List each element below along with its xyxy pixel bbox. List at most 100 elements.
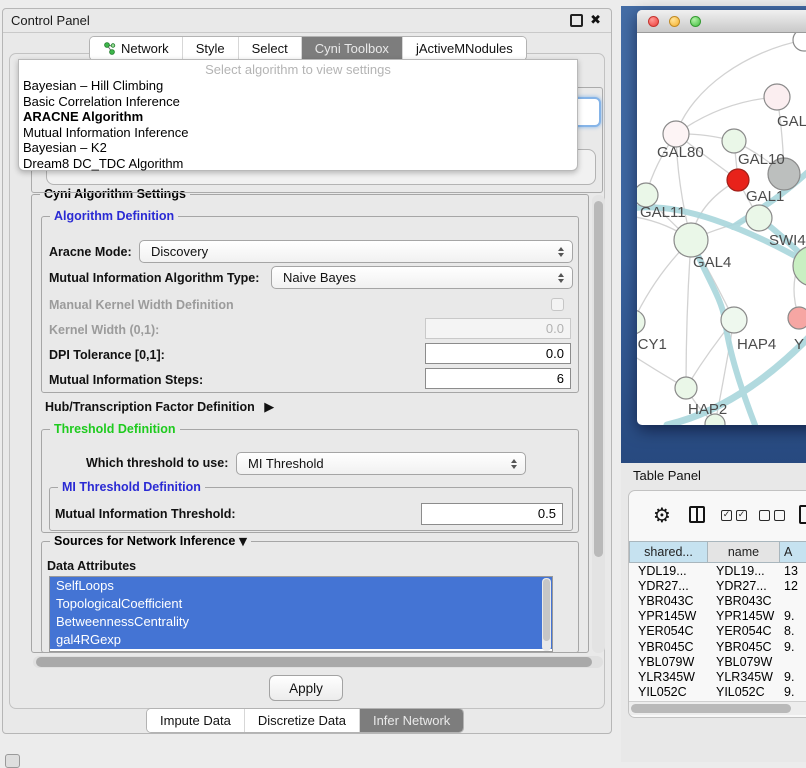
tab-select[interactable]: Select	[239, 37, 302, 60]
settings-horizontal-scrollbar[interactable]	[33, 656, 603, 668]
tab-infer-network[interactable]: Infer Network	[360, 709, 463, 732]
table-row[interactable]: YBR045C YBR045C 9.	[629, 639, 806, 654]
cell-shared-name: YER054C	[629, 624, 707, 638]
which-threshold-combo[interactable]: MI Threshold	[236, 452, 526, 475]
tab-network-label: Network	[121, 41, 169, 56]
hub-definition-toggle[interactable]: Hub/Transcription Factor Definition ▶	[45, 400, 274, 415]
attribute-item-label: SelfLoops	[56, 578, 114, 593]
mi-steps-label: Mutual Information Steps:	[49, 373, 203, 387]
node-gal7[interactable]	[764, 84, 790, 110]
cell-value: 9.	[779, 640, 806, 654]
table-row[interactable]: YLR345W YLR345W 9.	[629, 669, 806, 684]
mi-algorithm-type-combo[interactable]: Naive Bayes	[271, 266, 573, 289]
bottom-tabbar: Impute Data Discretize Data Infer Networ…	[146, 708, 464, 733]
table-panel: ⚙ ✓ ✓ shared... name A YDL19... YDL19...	[628, 490, 806, 718]
dropdown-item-label: Basic Correlation Inference	[23, 94, 180, 109]
tab-discretize-data[interactable]: Discretize Data	[245, 709, 360, 732]
apply-button[interactable]: Apply	[269, 675, 343, 701]
tab-style[interactable]: Style	[183, 37, 239, 60]
table-row[interactable]: YBL079W YBL079W	[629, 654, 806, 669]
combo-arrows-icon	[511, 459, 517, 469]
split-view-icon[interactable]	[689, 506, 705, 523]
combo-arrows-icon	[558, 273, 564, 283]
dropdown-item-label: Dream8 DC_TDC Algorithm	[23, 156, 183, 171]
node-hap2[interactable]	[675, 377, 697, 399]
table-body: YDL19... YDL19... 13 YDR27... YDR27... 1…	[629, 563, 806, 703]
mi-steps-input[interactable]: 6	[425, 368, 571, 389]
dropdown-item[interactable]: Bayesian – K2	[19, 140, 577, 156]
attribute-item-selected[interactable]: TopologicalCoefficient	[50, 595, 552, 613]
kernel-width-input[interactable]: 0.0	[425, 318, 571, 339]
table-row[interactable]: YDL19... YDL19... 13	[629, 563, 806, 578]
minimized-panel-icon[interactable]	[5, 754, 20, 768]
dropdown-item[interactable]: Bayesian – Hill Climbing	[19, 78, 577, 94]
close-traffic-light-icon[interactable]	[648, 16, 659, 27]
dropdown-item[interactable]: Mutual Information Inference	[19, 125, 577, 141]
table-horizontal-scrollbar[interactable]	[629, 701, 806, 715]
table-row[interactable]: YIL052C YIL052C 9.	[629, 685, 806, 700]
node-hap4[interactable]	[721, 307, 747, 333]
node-unlabeled[interactable]	[793, 33, 806, 51]
settings-vertical-scrollbar[interactable]	[592, 195, 605, 653]
attribute-item-label: TopologicalCoefficient	[56, 596, 182, 611]
right-column: GAL7 GAL80 GAL10 GAL1 GAL11 SWI4 GAL4 GC…	[621, 0, 806, 762]
minimize-traffic-light-icon[interactable]	[669, 16, 680, 27]
dpi-tolerance-input[interactable]: 0.0	[425, 343, 571, 364]
table-panel-section: Table Panel ⚙ ✓ ✓ shared... name A YD	[621, 463, 806, 762]
aracne-mode-combo[interactable]: Discovery	[139, 240, 573, 263]
node-gal10[interactable]	[722, 129, 746, 153]
column-header-partial[interactable]: A	[779, 541, 806, 563]
which-threshold-label: Which threshold to use:	[86, 456, 228, 470]
dropdown-item[interactable]: Basic Correlation Inference	[19, 94, 577, 110]
attribute-item-selected[interactable]: gal4RGexp	[50, 631, 552, 649]
gear-icon[interactable]: ⚙	[653, 503, 671, 527]
column-header-shared[interactable]: shared...	[629, 541, 707, 563]
table-row[interactable]: YER054C YER054C 8.	[629, 624, 806, 639]
select-all-checkbox-icon[interactable]: ✓	[736, 510, 747, 521]
cell-name: YPR145W	[707, 609, 779, 623]
attribute-item-selected[interactable]: SelfLoops	[50, 577, 552, 595]
zoom-traffic-light-icon[interactable]	[690, 16, 701, 27]
cell-shared-name: YBR043C	[629, 594, 707, 608]
label-hap4: HAP4	[737, 336, 776, 353]
node-gal1[interactable]	[746, 205, 772, 231]
hub-definition-label: Hub/Transcription Factor Definition	[45, 400, 255, 414]
select-all-checkbox-icon[interactable]: ✓	[721, 510, 732, 521]
close-icon[interactable]: ✖	[590, 16, 601, 26]
tab-jactivemnodules[interactable]: jActiveMNodules	[403, 37, 526, 60]
network-graph-canvas[interactable]: GAL7 GAL80 GAL10 GAL1 GAL11 SWI4 GAL4 GC…	[637, 33, 806, 425]
tab-impute-data-label: Impute Data	[160, 713, 231, 728]
node-gal4[interactable]	[674, 223, 708, 257]
table-row[interactable]: YBR043C YBR043C	[629, 593, 806, 608]
dropdown-item[interactable]: Dream8 DC_TDC Algorithm	[19, 156, 577, 172]
mi-threshold-input[interactable]: 0.5	[421, 503, 563, 525]
dropdown-item[interactable]: ARACNE Algorithm	[19, 109, 577, 125]
combo-arrows-icon	[558, 247, 564, 257]
sources-group-title[interactable]: Sources for Network Inference ▼	[50, 534, 251, 548]
cell-name: YLR345W	[707, 670, 779, 684]
label-gal11: GAL11	[640, 204, 686, 221]
table-row[interactable]: YDR27... YDR27... 12	[629, 578, 806, 593]
data-attributes-list[interactable]: SelfLoops TopologicalCoefficient Between…	[49, 576, 553, 652]
tab-cyni-toolbox[interactable]: Cyni Toolbox	[302, 37, 403, 60]
document-icon[interactable]	[799, 505, 806, 524]
manual-kernel-width-checkbox[interactable]	[551, 298, 564, 311]
tab-impute-data[interactable]: Impute Data	[147, 709, 245, 732]
tab-network[interactable]: Network	[90, 37, 183, 60]
attribute-list-scrollbar[interactable]	[542, 578, 551, 651]
cell-value: 9.	[779, 670, 806, 684]
deselect-checkbox-icon[interactable]	[759, 510, 770, 521]
column-header-name[interactable]: name	[707, 541, 779, 563]
cell-name: YDR27...	[707, 579, 779, 593]
attribute-item-selected[interactable]: BetweennessCentrality	[50, 613, 552, 631]
node-gcy1[interactable]	[637, 310, 645, 334]
control-panel-tabbar: Network Style Select Cyni Toolbox jActiv…	[89, 36, 527, 61]
float-window-icon[interactable]	[570, 14, 583, 27]
cell-value: 12	[779, 579, 806, 593]
node-salmon[interactable]	[788, 307, 806, 329]
mi-threshold-group-title: MI Threshold Definition	[58, 480, 205, 494]
deselect-checkbox-icon[interactable]	[774, 510, 785, 521]
aracne-mode-value: Discovery	[151, 244, 208, 259]
table-row[interactable]: YPR145W YPR145W 9.	[629, 609, 806, 624]
network-window-titlebar[interactable]	[637, 10, 806, 33]
